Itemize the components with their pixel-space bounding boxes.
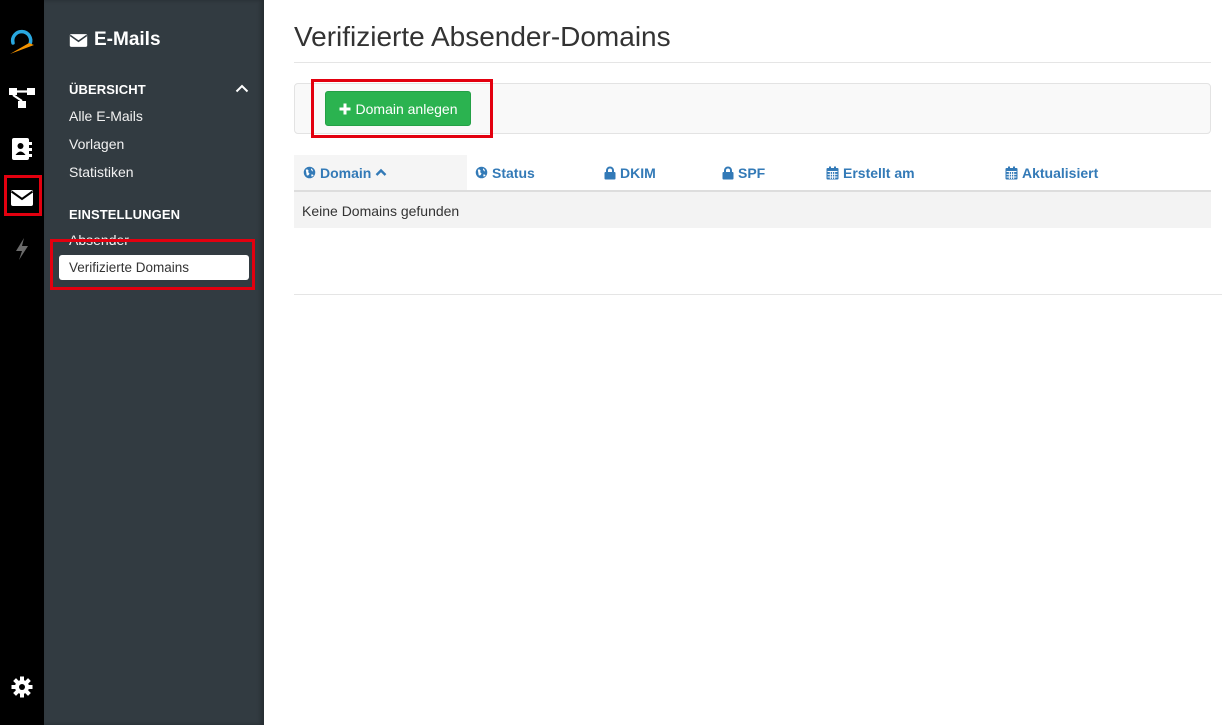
add-domain-button[interactable]: Domain anlegen (325, 91, 471, 126)
column-label: Status (492, 164, 535, 181)
column-label: DKIM (620, 164, 656, 181)
column-label: Domain (320, 164, 372, 181)
app: E-Mails ÜBERSICHT Alle E-Mails Vorlagen … (0, 0, 1222, 725)
column-label: SPF (738, 164, 766, 181)
title-divider (294, 62, 1211, 63)
sidebar-item-verified-domains[interactable]: Verifizierte Domains (59, 255, 249, 280)
column-header-created[interactable]: Erstellt am (826, 155, 915, 190)
column-header-domain[interactable]: Domain (294, 155, 467, 190)
table-header: Domain Status DKIM SPF Erstellt am Aktua… (294, 155, 1211, 192)
column-header-updated[interactable]: Aktualisiert (1005, 155, 1098, 190)
section-settings-heading: EINSTELLUNGEN (69, 207, 181, 222)
contacts-icon[interactable] (0, 129, 44, 169)
workflow-icon[interactable] (0, 78, 44, 118)
content-divider (294, 294, 1222, 295)
sidebar-item-statistics[interactable]: Statistiken (69, 164, 134, 180)
page-title: Verifizierte Absender-Domains (294, 21, 671, 52)
column-header-status[interactable]: Status (475, 155, 535, 190)
add-domain-label: Domain anlegen (355, 100, 458, 117)
sidebar-title-text: E-Mails (94, 29, 161, 50)
chevron-up-icon[interactable] (234, 81, 250, 95)
column-header-spf[interactable]: SPF (722, 155, 765, 190)
logo-icon[interactable] (0, 22, 44, 62)
gear-icon[interactable] (0, 667, 44, 707)
table-empty-row: Keine Domains gefunden (294, 192, 1211, 228)
email-sidebar: E-Mails ÜBERSICHT Alle E-Mails Vorlagen … (44, 0, 264, 725)
sidebar-title: E-Mails (69, 29, 161, 51)
envelope-icon (69, 33, 88, 47)
sidebar-item-all-emails[interactable]: Alle E-Mails (69, 108, 143, 124)
globe-icon (303, 166, 316, 179)
column-header-dkim[interactable]: DKIM (604, 155, 656, 190)
envelope-icon[interactable] (0, 178, 44, 218)
calendar-icon (1005, 166, 1018, 179)
chevron-up-icon (375, 168, 387, 176)
domains-table: Domain Status DKIM SPF Erstellt am Aktua… (294, 155, 1211, 228)
sidebar-item-templates[interactable]: Vorlagen (69, 136, 124, 152)
bolt-icon[interactable] (0, 229, 44, 269)
icon-rail (0, 0, 44, 725)
sidebar-item-senders[interactable]: Absender (69, 232, 129, 248)
globe-icon (475, 166, 488, 179)
lock-icon (722, 166, 734, 179)
lock-icon (604, 166, 616, 179)
section-overview-heading: ÜBERSICHT (69, 82, 146, 97)
calendar-icon (826, 166, 839, 179)
plus-icon (339, 103, 351, 114)
column-label: Erstellt am (843, 164, 915, 181)
column-label: Aktualisiert (1022, 164, 1099, 181)
